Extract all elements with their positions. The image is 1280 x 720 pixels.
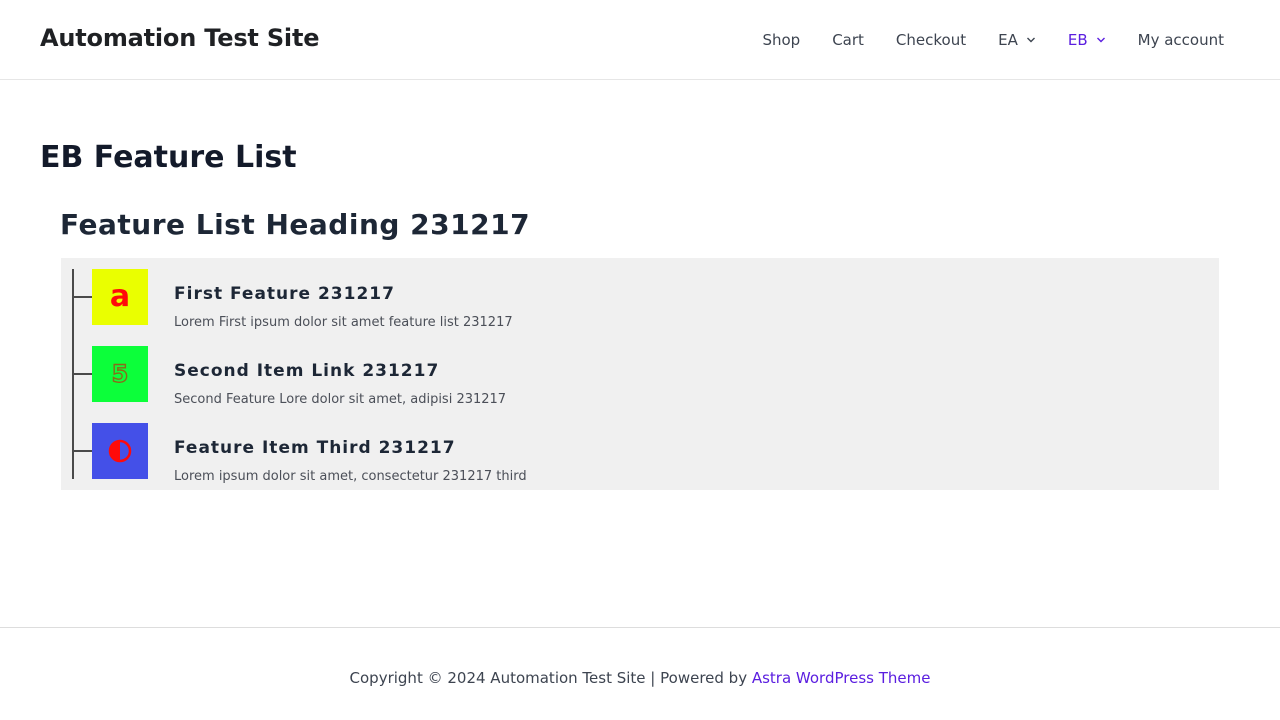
footer-copyright: Copyright © 2024 Automation Test Site | … [0,669,1280,687]
chevron-down-icon[interactable] [1096,35,1106,45]
nav-item-checkout[interactable]: Checkout [880,0,982,80]
nav-item-ea[interactable]: EA [982,0,1052,80]
feature-item-description: Lorem First ipsum dolor sit amet feature… [174,315,513,330]
feature-list-item: 5 Second Item Link 231217 Second Feature… [61,346,1219,407]
feature-item-description: Lorem ipsum dolor sit amet, consectetur … [174,469,527,484]
feature-list: a First Feature 231217 Lorem First ipsum… [61,258,1219,490]
chevron-down-icon[interactable] [1026,35,1036,45]
nav-item-label: My account [1137,31,1224,49]
svg-text:a: a [110,279,130,314]
site-footer: Copyright © 2024 Automation Test Site | … [0,627,1280,720]
feature-list-item: a First Feature 231217 Lorem First ipsum… [61,269,1219,330]
feature-list-item: Feature Item Third 231217 Lorem ipsum do… [61,423,1219,484]
nav-item-cart[interactable]: Cart [816,0,880,80]
nav-item-my-account[interactable]: My account [1122,0,1240,80]
letter-a-icon: a [92,269,148,325]
nav-item-eb[interactable]: EB [1052,0,1122,80]
item-connector [72,450,92,452]
page-title: EB Feature List [40,140,297,175]
half-circle-icon [92,423,148,479]
copyright-text: Copyright © 2024 Automation Test Site | … [349,669,752,687]
nav-item-label: Shop [762,31,801,49]
nav-item-label: Cart [832,31,864,49]
feature-item-title[interactable]: Feature Item Third 231217 [174,438,456,458]
site-title-link[interactable]: Automation Test Site [40,24,319,52]
feature-item-title[interactable]: First Feature 231217 [174,284,395,304]
nav-item-label: Checkout [895,31,967,49]
item-connector [72,296,92,298]
site-header: Automation Test Site Shop Cart Checkout … [0,0,1280,80]
feature-item-title[interactable]: Second Item Link 231217 [174,361,439,381]
main-navigation: Shop Cart Checkout EA EB My account [746,0,1240,80]
nav-item-shop[interactable]: Shop [746,0,816,80]
nav-item-label: EB [1067,31,1088,49]
astra-theme-link[interactable]: Astra WordPress Theme [752,669,931,687]
svg-text:5: 5 [112,360,129,388]
nav-item-label: EA [998,31,1018,49]
item-connector [72,373,92,375]
feature-item-description: Second Feature Lore dolor sit amet, adip… [174,392,507,407]
digit-five-icon: 5 [92,346,148,402]
feature-list-heading: Feature List Heading 231217 [60,208,531,241]
